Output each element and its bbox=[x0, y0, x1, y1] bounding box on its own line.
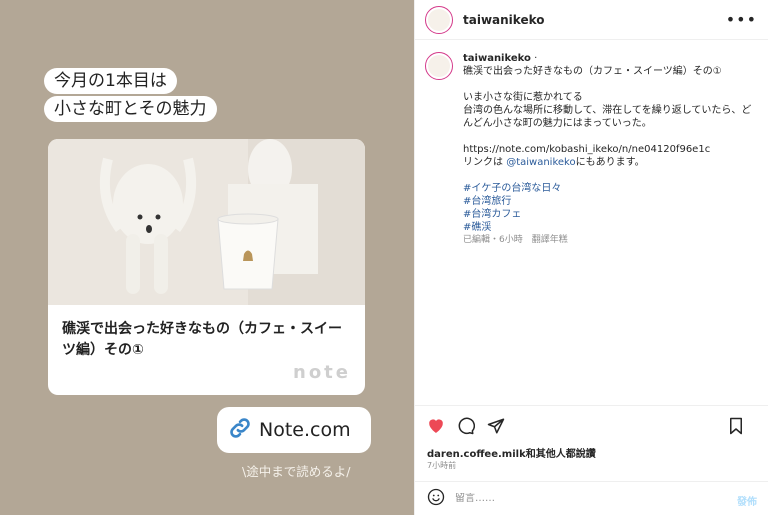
caption-url: https://note.com/kobashi_ikeko/n/ne04120… bbox=[463, 144, 711, 155]
read-more-text: \途中まで読めるよ/ bbox=[242, 464, 351, 479]
comment-icon[interactable] bbox=[457, 417, 475, 435]
post-header: taiwanikeko ••• bbox=[415, 0, 768, 40]
likes-summary[interactable]: daren.coffee.milk和其他人都說讚 bbox=[427, 445, 596, 460]
post-panel: taiwanikeko ••• taiwanikeko · 礁渓で出会った好きな… bbox=[414, 0, 768, 515]
hashtag-link[interactable]: #イケ子の台湾な日々 bbox=[463, 182, 759, 195]
username[interactable]: taiwanikeko bbox=[463, 13, 545, 27]
headline: 今月の1本目は 小さな町とその魅力 bbox=[44, 68, 217, 124]
caption-title: 礁渓で出会った好きなもの（カフェ・スイーツ編）その① bbox=[463, 66, 722, 77]
avatar[interactable] bbox=[425, 5, 453, 34]
post-image[interactable]: 今月の1本目は 小さな町とその魅力 礁渓で出会った好きなもの（カフェ・スイーツ編… bbox=[0, 0, 414, 515]
comment-bar: 發佈 bbox=[415, 481, 768, 515]
caption-link-line: リンクは @taiwanikekoにもあります。 bbox=[463, 157, 645, 168]
note-article-card: 礁渓で出会った好きなもの（カフェ・スイーツ編）その① note bbox=[48, 139, 365, 395]
note-logo: note bbox=[293, 362, 351, 383]
note-link-pill: Note.com bbox=[217, 407, 371, 453]
caption-line-1: いま小さな街に惹かれてる bbox=[463, 92, 583, 103]
post-time: 7小時前 bbox=[427, 461, 457, 470]
caption-avatar[interactable] bbox=[425, 52, 453, 80]
share-icon[interactable] bbox=[487, 417, 505, 435]
emoji-icon[interactable] bbox=[427, 488, 445, 510]
heart-icon[interactable] bbox=[427, 417, 445, 435]
link-label: Note.com bbox=[259, 419, 351, 441]
post-comment-button[interactable]: 發佈 bbox=[737, 493, 757, 508]
card-title: 礁渓で出会った好きなもの（カフェ・スイーツ編）その① bbox=[62, 321, 342, 358]
comment-input[interactable] bbox=[455, 493, 705, 504]
bookmark-icon[interactable] bbox=[727, 417, 745, 435]
caption-author[interactable]: taiwanikeko bbox=[463, 53, 531, 64]
hashtag-link[interactable]: #台湾カフェ bbox=[463, 208, 759, 221]
caption: taiwanikeko · 礁渓で出会った好きなもの（カフェ・スイーツ編）その①… bbox=[425, 52, 759, 247]
link-icon bbox=[227, 415, 253, 445]
caption-meta: 已編輯・6小時 翻譯年糕 bbox=[463, 235, 568, 245]
caption-body: taiwanikeko · 礁渓で出会った好きなもの（カフェ・スイーツ編）その①… bbox=[463, 52, 759, 247]
article-photo bbox=[48, 139, 365, 305]
caption-line-2: 台湾の色んな場所に移動して、滞在してを繰り返していたら、どんどん小さな町の魅力に… bbox=[463, 105, 752, 129]
hashtag-link[interactable]: #礁渓 bbox=[463, 221, 759, 234]
action-bar bbox=[415, 405, 768, 445]
hashtag-link[interactable]: #台湾旅行 bbox=[463, 195, 759, 208]
caption-separator: · bbox=[534, 53, 538, 64]
headline-line-2: 小さな町とその魅力 bbox=[44, 96, 217, 122]
mention-link[interactable]: @taiwanikeko bbox=[506, 157, 575, 168]
headline-line-1: 今月の1本目は bbox=[44, 68, 177, 94]
more-options-icon[interactable]: ••• bbox=[726, 10, 757, 29]
